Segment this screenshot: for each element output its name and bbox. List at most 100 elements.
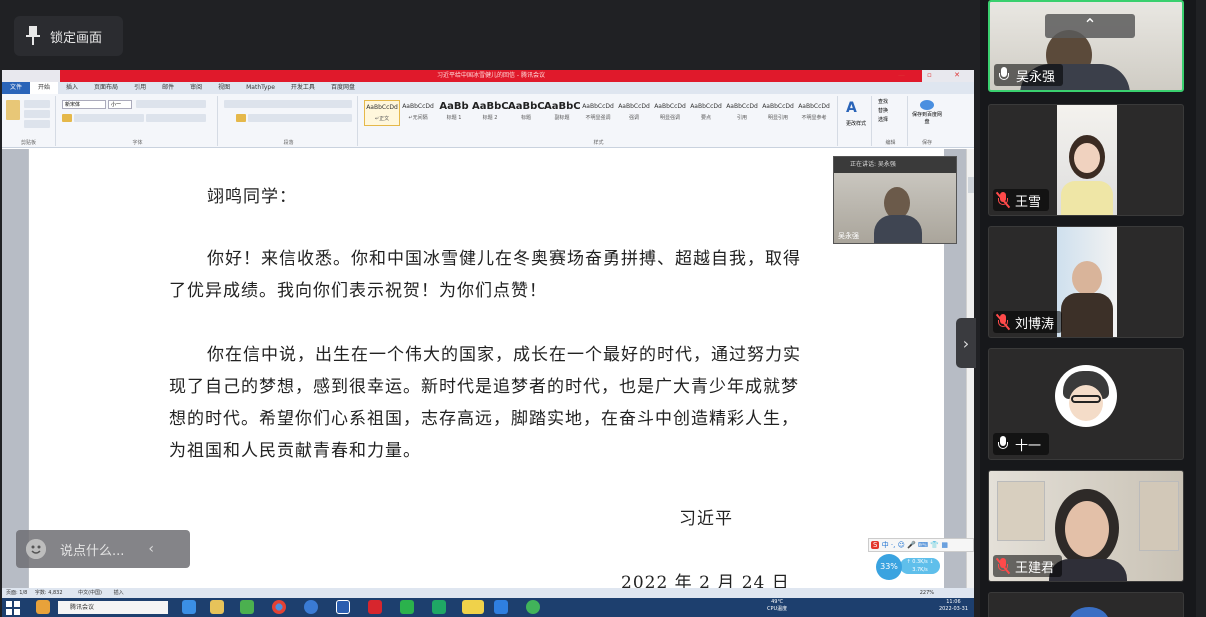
tab-baidu[interactable]: 百度网盘: [323, 82, 363, 94]
ie-icon[interactable]: [182, 600, 196, 614]
tab-insert[interactable]: 插入: [58, 82, 86, 94]
tab-view[interactable]: 视图: [210, 82, 238, 94]
change-styles-icon[interactable]: A: [846, 100, 866, 118]
status-mode: 插入: [113, 590, 124, 596]
scroll-thumb[interactable]: [968, 177, 974, 193]
font-size-tools[interactable]: [136, 100, 206, 108]
style-item[interactable]: AaBbCcDd 不明显参考: [796, 100, 832, 126]
style-item[interactable]: AaBbCcDd ↵正文: [364, 100, 400, 126]
select-button[interactable]: 选择: [878, 116, 888, 125]
style-preview: AaBbC: [508, 101, 544, 112]
signature: 习近平: [679, 509, 733, 529]
style-item[interactable]: AaBbCcDd 引用: [724, 100, 760, 126]
ime-text: 中 ·, ☺ 🎤 ⌨ 👕 ▦: [881, 541, 948, 549]
microphone-muted-icon: [995, 191, 1011, 209]
style-item[interactable]: AaBbC 标题 2: [472, 100, 508, 126]
participant-tile[interactable]: [988, 592, 1184, 617]
tab-home[interactable]: 开始: [30, 82, 59, 94]
style-item[interactable]: AaBbCcDd 明显强调: [652, 100, 688, 126]
tab-developer[interactable]: 开发工具: [283, 82, 323, 94]
windows-taskbar: 腾讯会议 49℃ CPU温度 11:06 2022-03-31: [2, 598, 974, 617]
salutation-text: 翊鸣同学：: [207, 187, 297, 207]
tab-references[interactable]: 引用: [126, 82, 154, 94]
tab-review[interactable]: 审阅: [182, 82, 210, 94]
participant-tile[interactable]: 刘博涛: [988, 226, 1184, 338]
vertical-scrollbar[interactable]: [966, 149, 974, 588]
microphone-muted-icon: [995, 313, 1011, 331]
list-tools[interactable]: [224, 100, 352, 108]
window-controls[interactable]: — ▫ ✕: [898, 71, 970, 79]
chevron-left-icon[interactable]: ‹: [148, 541, 154, 557]
speaker-body: [874, 215, 922, 243]
font-name-select[interactable]: 新宋体: [62, 100, 106, 109]
app-icon-2[interactable]: [240, 600, 254, 614]
tab-layout[interactable]: 页面布局: [86, 82, 126, 94]
style-item[interactable]: AaBbCcDd 强调: [616, 100, 652, 126]
collapse-panel-button[interactable]: ›: [956, 318, 976, 368]
participant-tile[interactable]: 十一: [988, 348, 1184, 460]
style-item[interactable]: AaBbC 副标题: [544, 100, 580, 126]
tab-mathtype[interactable]: MathType: [238, 82, 283, 94]
taskbar-search[interactable]: 腾讯会议: [58, 601, 168, 614]
app-icon-3[interactable]: [304, 600, 318, 614]
format-painter-button[interactable]: [24, 120, 50, 128]
iqiyi-icon[interactable]: [400, 600, 414, 614]
participant-tile[interactable]: 王雪: [988, 104, 1184, 216]
font-size-select[interactable]: 小一: [108, 100, 132, 109]
zoom-level[interactable]: 227%: [920, 588, 934, 598]
participant-label: 十一: [993, 433, 1050, 455]
style-item[interactable]: AaBbCcDd 不明显强调: [580, 100, 616, 126]
group-label-font: 字体: [132, 140, 143, 146]
tab-file[interactable]: 文件: [2, 82, 31, 94]
align-tools[interactable]: [248, 114, 352, 122]
chat-input[interactable]: 说点什么... ‹: [16, 530, 190, 568]
change-styles-label: 更改样式: [845, 121, 866, 127]
style-label: 明显强调: [659, 115, 680, 121]
bold-button[interactable]: [62, 114, 72, 122]
app-icon-4[interactable]: [368, 600, 382, 614]
tab-mailings[interactable]: 邮件: [154, 82, 182, 94]
style-preview: AaBb: [439, 101, 469, 112]
style-preview: AaBbCcDd: [582, 103, 614, 110]
style-label: 明显引用: [767, 115, 788, 121]
system-clock[interactable]: 11:06 2022-03-31: [939, 599, 968, 613]
app-icon-1[interactable]: [36, 600, 50, 614]
font-format-tools[interactable]: [74, 114, 144, 122]
speaker-video[interactable]: 正在讲话: 吴永强 吴永强: [833, 156, 957, 244]
style-preview: AaBbC: [472, 101, 508, 112]
cut-button[interactable]: [24, 100, 50, 108]
ime-toolbar[interactable]: S 中 ·, ☺ 🎤 ⌨ 👕 ▦: [868, 538, 974, 552]
baidu-cloud-icon[interactable]: [920, 100, 934, 110]
paste-icon[interactable]: [6, 100, 20, 120]
network-monitor[interactable]: ↑ 0.3K/s ↓ 3.7K/s 33%: [872, 552, 942, 580]
status-words: 字数: 4,832: [34, 590, 63, 596]
bookshelf: [1139, 481, 1179, 551]
copy-button[interactable]: [24, 110, 50, 118]
windows-start-icon[interactable]: [6, 600, 20, 615]
emoji-icon[interactable]: [26, 539, 46, 559]
style-label: ↵正文: [374, 116, 390, 122]
style-item[interactable]: AaBb 标题 1: [436, 100, 472, 126]
word-icon[interactable]: [336, 600, 350, 614]
font-color-tools[interactable]: [146, 114, 206, 122]
wechat-icon[interactable]: [462, 600, 484, 614]
style-item[interactable]: AaBbCcDd ↵无间隔: [400, 100, 436, 126]
style-item[interactable]: AaBbC 标题: [508, 100, 544, 126]
tencent-meeting-icon[interactable]: [494, 600, 508, 614]
chrome-icon[interactable]: [272, 600, 286, 614]
style-item[interactable]: AaBbCcDd 明显引用: [760, 100, 796, 126]
replace-button[interactable]: 替换: [878, 107, 888, 116]
ribbon: 剪贴板 新宋体 小一 字体 段落 AaBbCcDd ↵正文 AaBbCcDd ↵无间隔…: [2, 94, 974, 148]
app-icon-5[interactable]: [432, 600, 446, 614]
scroll-up-button[interactable]: ⌃: [1045, 14, 1135, 38]
bookshelf: [997, 481, 1045, 541]
participant-tile[interactable]: 王建君: [988, 470, 1184, 582]
folder-icon[interactable]: [210, 600, 224, 614]
find-button[interactable]: 查找: [878, 98, 888, 107]
app-icon-6[interactable]: [526, 600, 540, 614]
style-item[interactable]: AaBbCcDd 要点: [688, 100, 724, 126]
align-left-button[interactable]: [236, 114, 246, 122]
style-label: 标题 2: [482, 115, 498, 121]
document-page[interactable]: 翊鸣同学： 你好！来信收悉。你和中国冰雪健儿在冬奥赛场奋勇拼搏、超越自我，取得了…: [28, 149, 944, 593]
lock-screen-button[interactable]: 锁定画面: [14, 16, 123, 56]
